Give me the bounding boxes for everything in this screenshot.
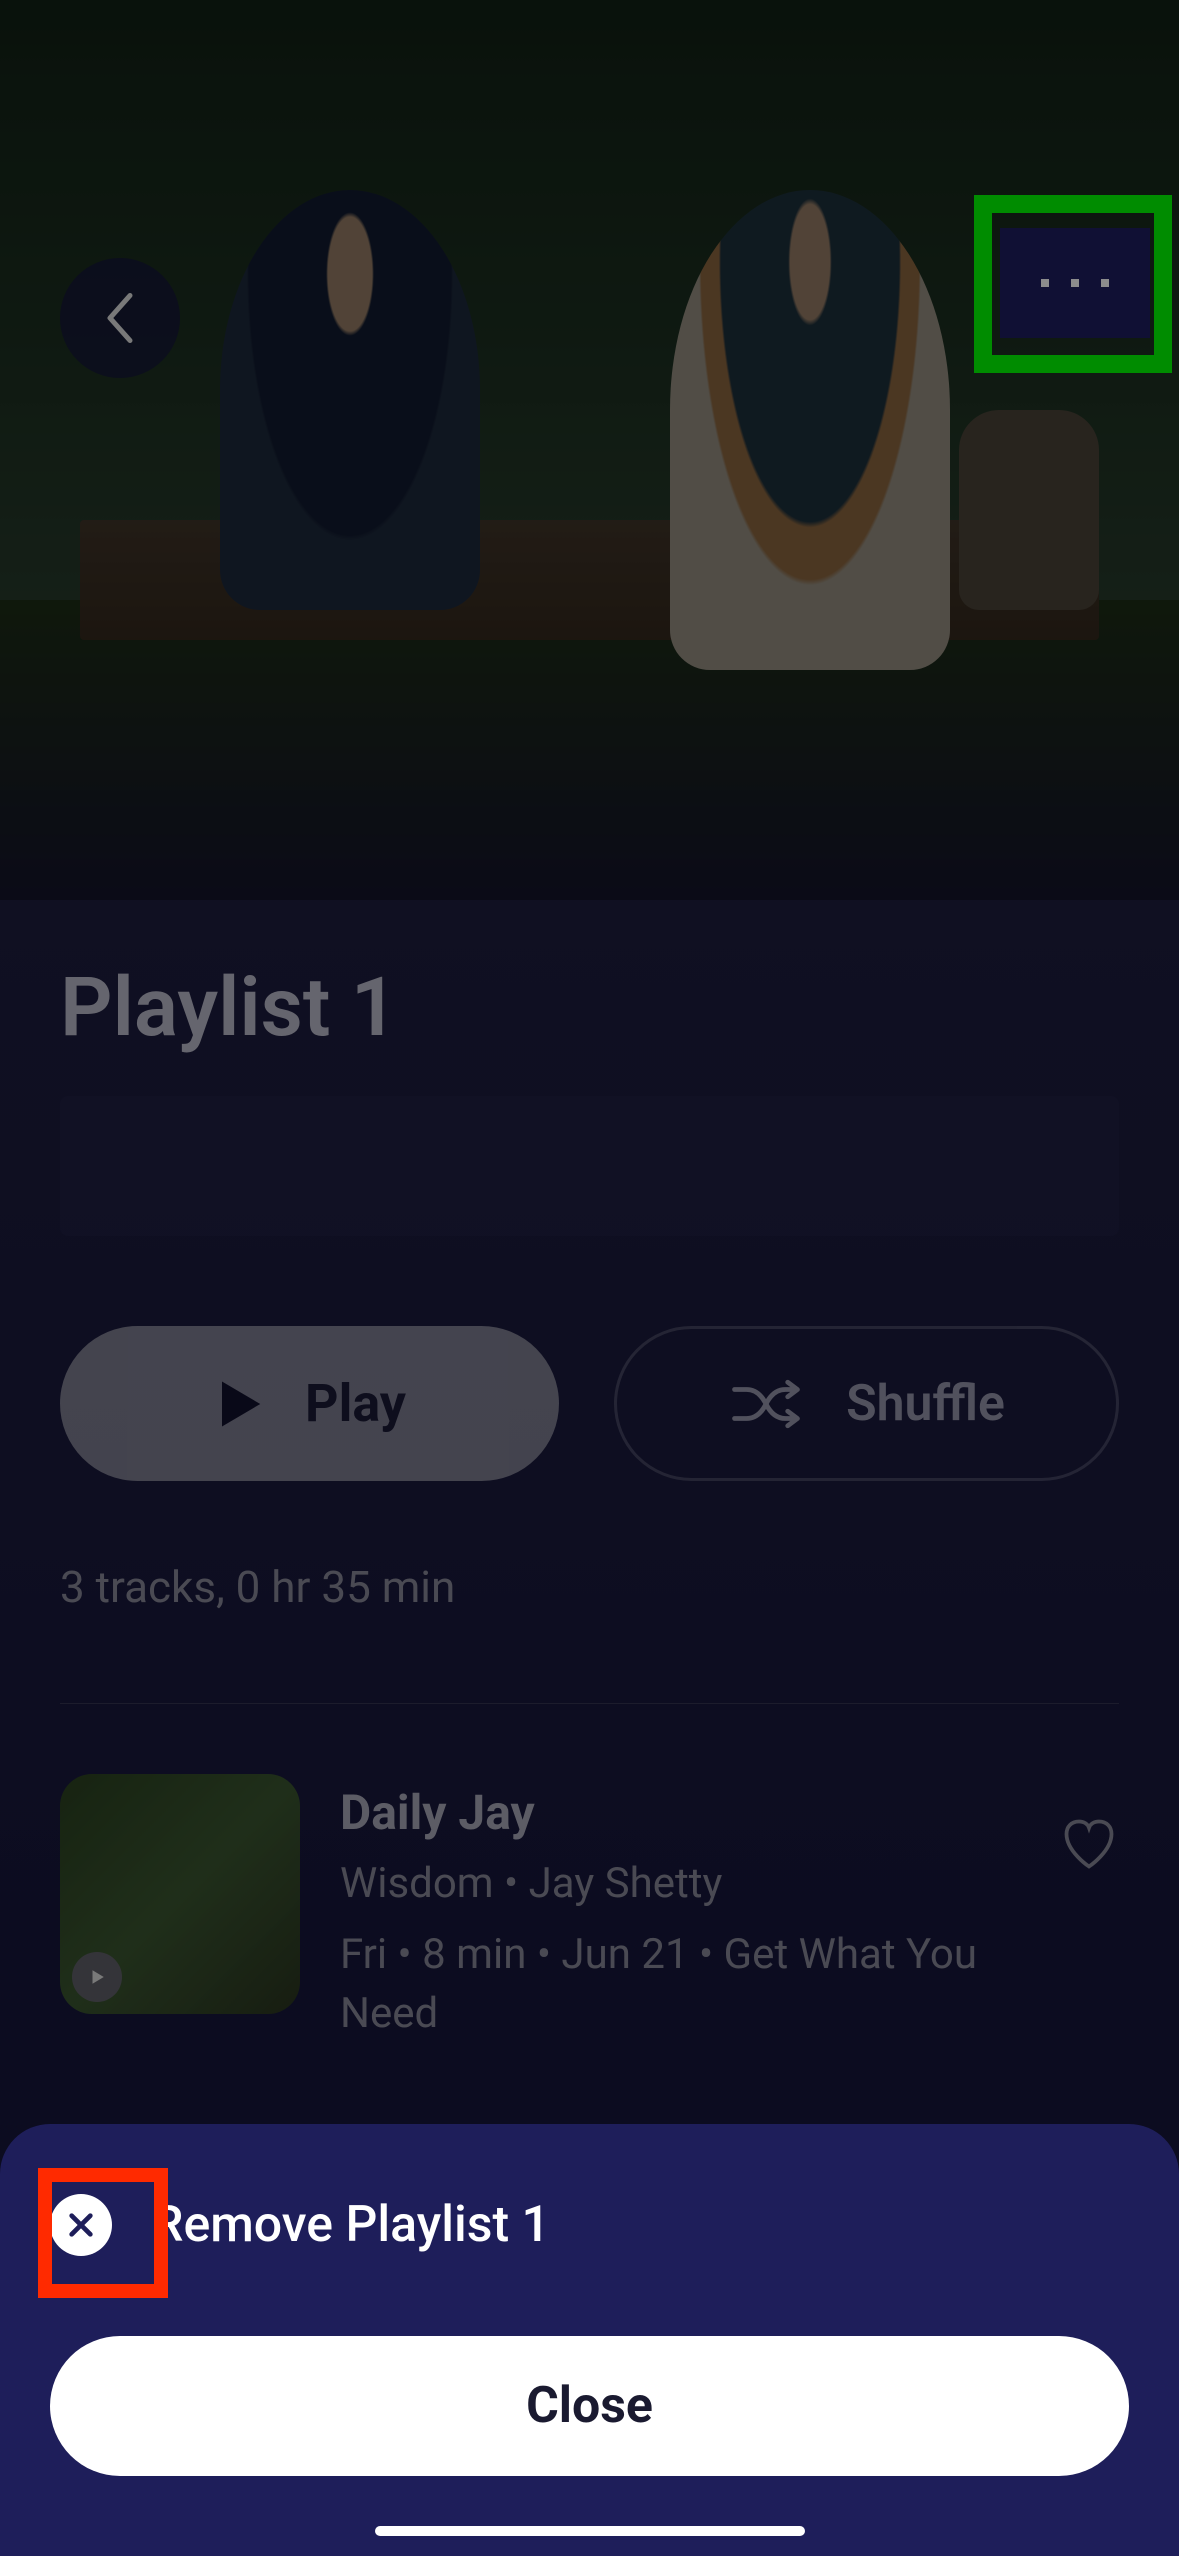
remove-playlist-action[interactable]: Remove Playlist 1 [50,2194,1129,2256]
home-indicator[interactable] [375,2526,805,2536]
action-sheet: Remove Playlist 1 Close [0,2124,1179,2556]
close-button[interactable]: Close [50,2336,1129,2476]
remove-playlist-label: Remove Playlist 1 [152,2196,550,2254]
close-circle-icon [50,2194,112,2256]
close-button-label: Close [526,2377,653,2435]
x-icon [65,2209,97,2241]
playlist-screen: Playlist 1 Play Shuffle 3 tracks, 0 hr 3… [0,0,1179,2556]
